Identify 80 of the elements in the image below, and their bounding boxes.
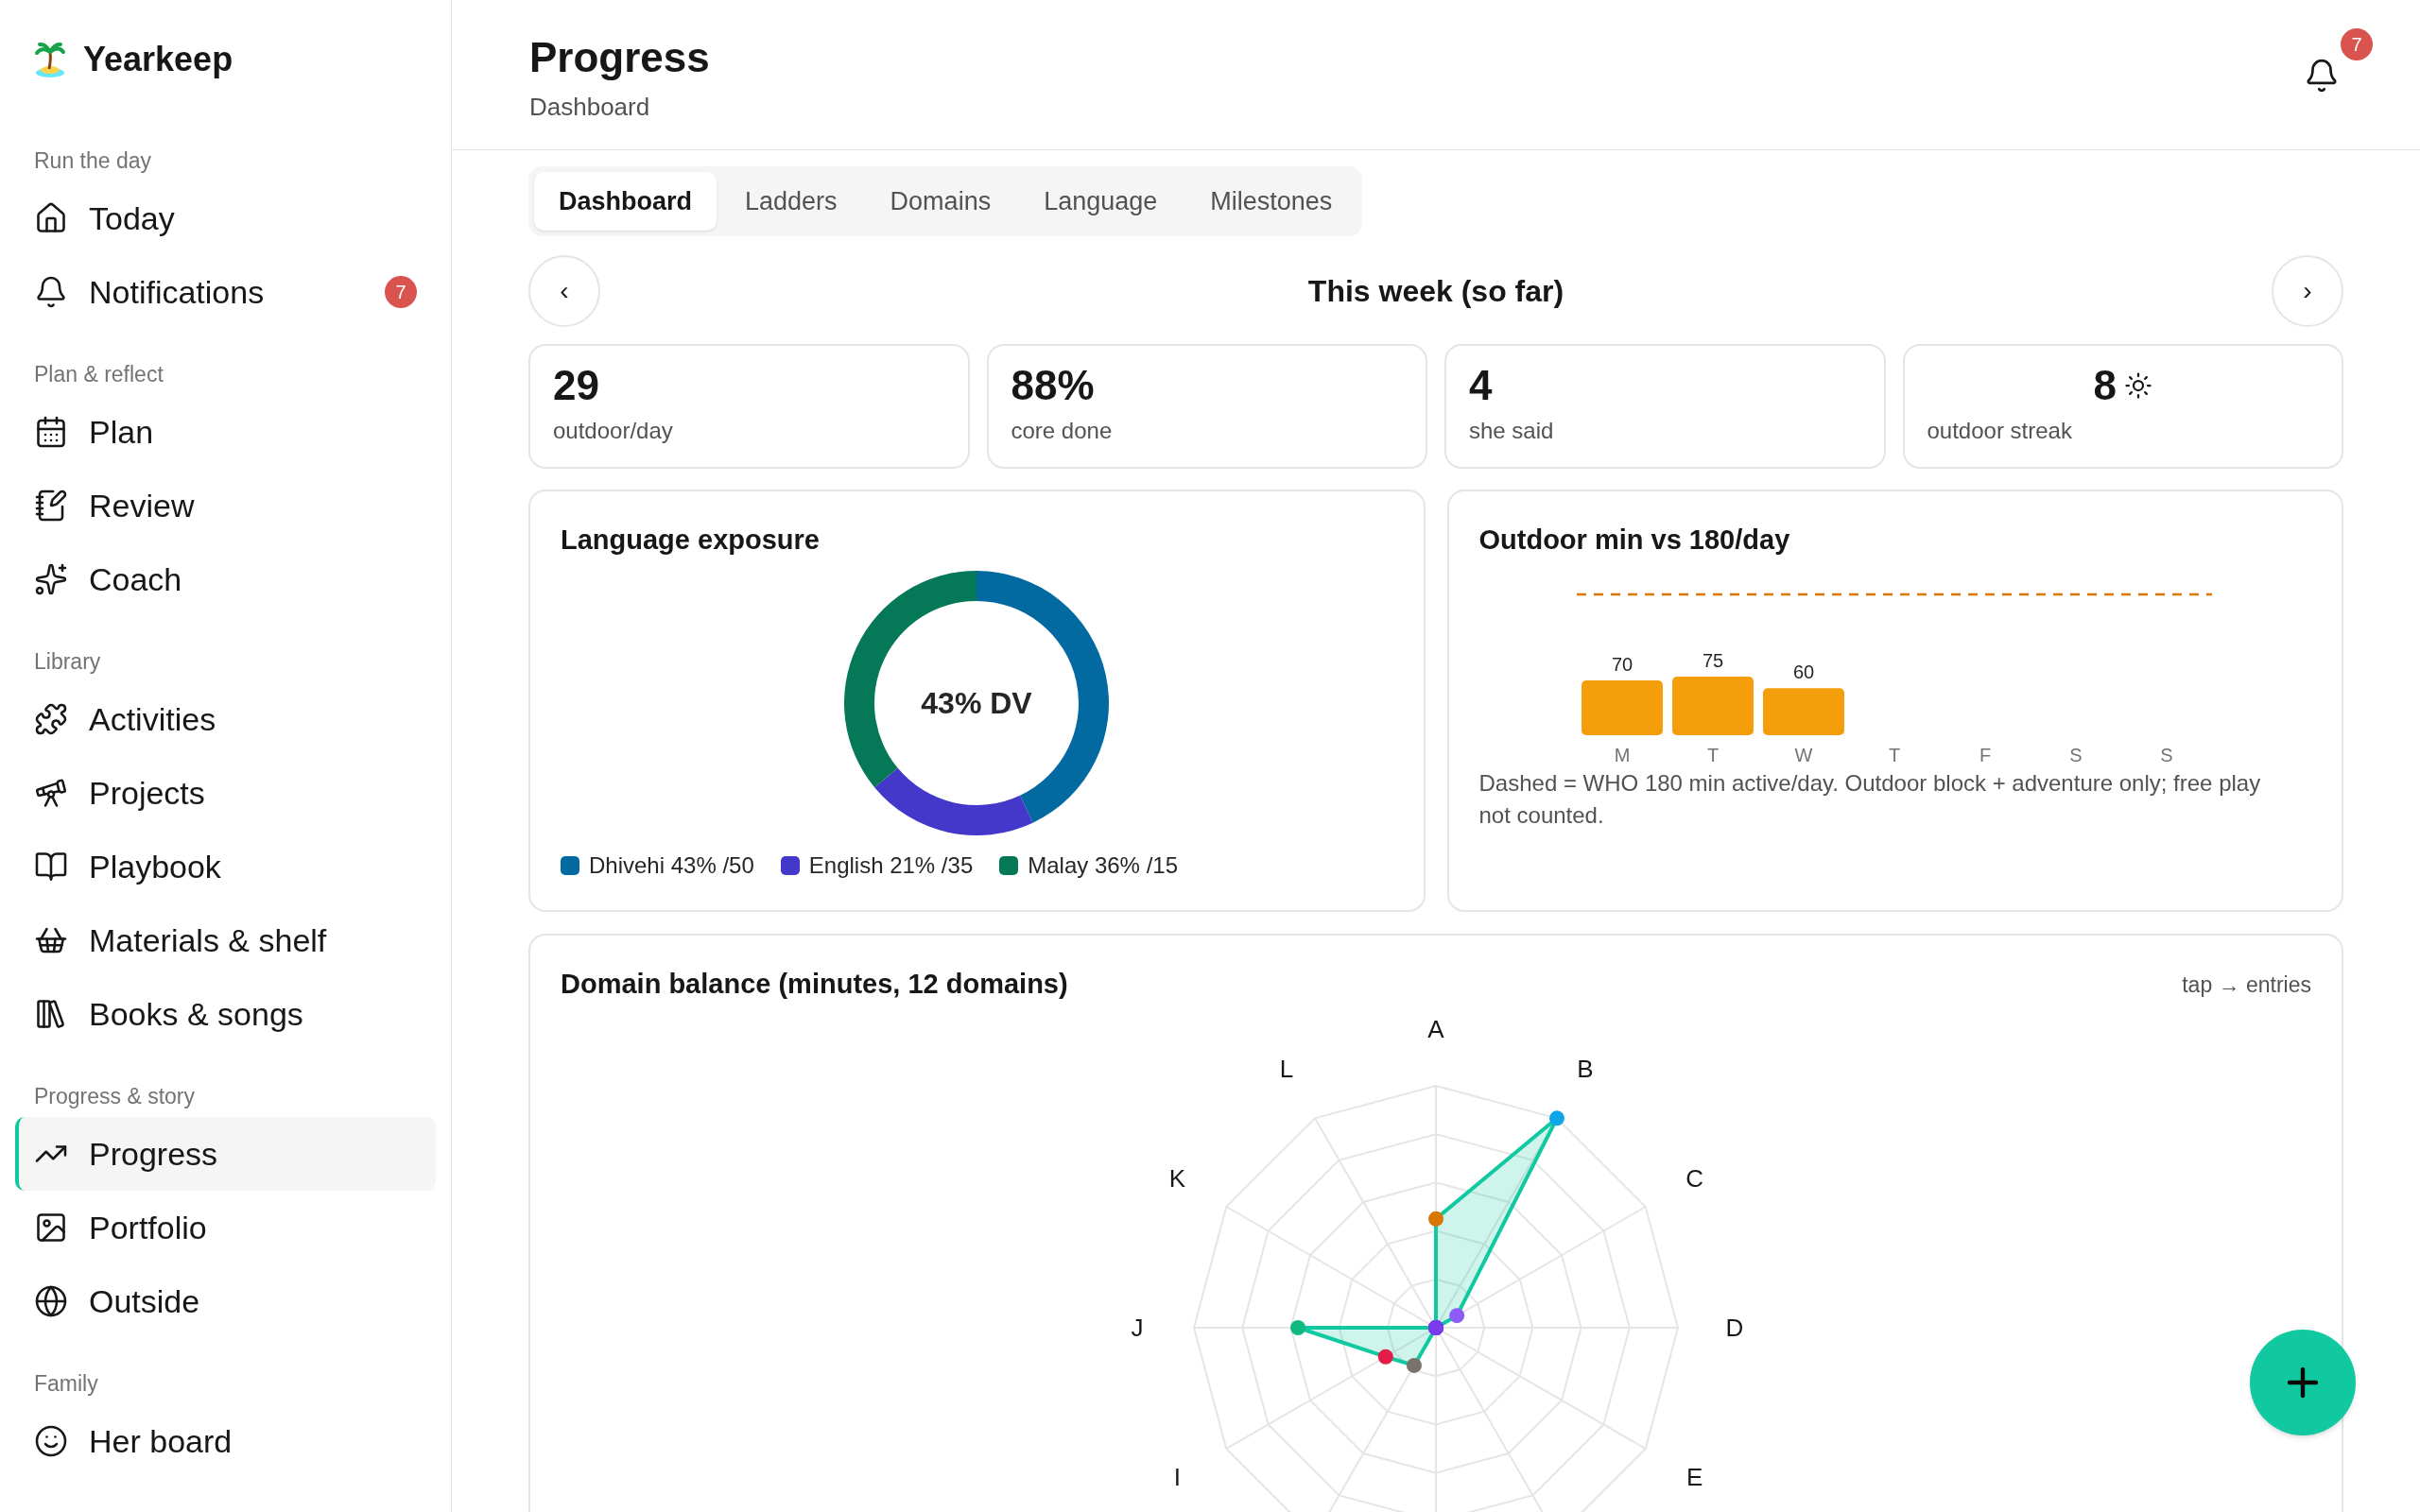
sun-icon — [2124, 371, 2152, 400]
axis-label: I — [1173, 1462, 1181, 1491]
stat-label: outdoor/day — [553, 417, 674, 445]
section-label: Library — [33, 647, 102, 676]
stat-value: 4 — [1469, 363, 1494, 408]
sidebar-item[interactable]: Outside — [15, 1264, 436, 1338]
app-name: Yearkeep — [83, 39, 233, 80]
sidebar-item[interactable]: Projects — [15, 756, 436, 830]
palm-island-icon — [34, 41, 66, 78]
sidebar-item[interactable]: Activities — [15, 682, 436, 756]
stat-label: she said — [1469, 417, 1555, 445]
sidebar-item[interactable]: Her board — [15, 1404, 436, 1478]
calendar-icon — [34, 415, 68, 449]
sidebar-item[interactable]: Today — [15, 181, 436, 255]
axis-label: A — [1427, 1014, 1444, 1043]
legend-label: English 21% /35 — [808, 850, 974, 880]
section-label: Plan & reflect — [33, 360, 164, 388]
puzzle-icon — [34, 702, 68, 736]
stat-value: 88% — [1011, 363, 1096, 408]
sidebar-item[interactable]: Coach — [15, 542, 436, 616]
donut-center-label: 43% DV — [921, 685, 1032, 720]
day-label: T — [1706, 744, 1719, 765]
sidebar-item[interactable]: Plan — [15, 395, 436, 469]
tab[interactable]: Domains — [865, 172, 1016, 231]
section-label: Family — [33, 1369, 99, 1398]
axis-label: D — [1725, 1313, 1744, 1342]
sidebar-item[interactable]: Materials & shelf — [15, 903, 436, 977]
stat-label: core done — [1011, 417, 1114, 445]
card-title: Language exposure — [561, 524, 821, 557]
stat-value: 29 — [553, 363, 600, 408]
chart-note: Dashed = WHO 180 min active/day. Outdoor block + adventure only; free play not counted. — [1478, 768, 2262, 830]
axis-label: J — [1131, 1313, 1144, 1342]
page-title: Progress — [529, 33, 710, 82]
axis-label: C — [1685, 1163, 1704, 1193]
sidebar-item[interactable]: Portfolio — [15, 1191, 436, 1264]
sidebar-item[interactable]: Books & songs — [15, 977, 436, 1051]
axis-label: K — [1168, 1163, 1185, 1193]
axis-label: L — [1279, 1054, 1294, 1083]
tab[interactable]: Language — [1019, 172, 1183, 231]
bar-value: 75 — [1702, 649, 1723, 671]
page-subtitle: Dashboard — [529, 92, 651, 123]
stat-value: 8 — [2093, 363, 2117, 408]
count-badge: 7 — [385, 276, 417, 308]
notebook-pen-icon — [34, 489, 68, 523]
day-label: M — [1614, 744, 1630, 765]
sidebar-item[interactable]: Playbook — [15, 830, 436, 903]
card-hint: tap → entries — [2182, 971, 2311, 999]
book-icon — [34, 850, 68, 884]
sparkles-icon — [34, 562, 68, 596]
card-title: Outdoor min vs 180/day — [1478, 524, 1791, 557]
day-label: W — [1794, 744, 1812, 765]
tab[interactable]: Milestones — [1185, 172, 1357, 231]
tab[interactable]: Dashboard — [534, 172, 717, 231]
stat-label: outdoor streak — [1927, 417, 2073, 445]
day-label: S — [2159, 744, 2173, 765]
globe-icon — [34, 1284, 68, 1318]
count-badge: 7 — [2341, 28, 2373, 60]
image-icon — [34, 1211, 68, 1245]
next-week-button[interactable]: › — [2272, 255, 2343, 327]
week-title: This week (so far) — [1307, 273, 1564, 310]
sidebar-item[interactable]: Review — [15, 469, 436, 542]
section-label: Run the day — [33, 146, 153, 175]
home-icon — [34, 201, 68, 235]
bar-value: 70 — [1611, 653, 1633, 675]
sidebar-item[interactable]: Progress — [15, 1117, 436, 1191]
day-label: F — [1979, 744, 1991, 765]
sidebar-item[interactable]: Notifications 7 — [15, 255, 436, 329]
day-label: S — [2068, 744, 2083, 765]
day-label: T — [1888, 744, 1900, 765]
legend-label: Dhivehi 43% /50 — [589, 850, 754, 880]
legend-label: Malay 36% /15 — [1028, 850, 1178, 880]
axis-label: B — [1577, 1054, 1594, 1083]
smiley-icon — [34, 1424, 68, 1458]
axis-label: E — [1686, 1462, 1703, 1491]
previous-week-button[interactable]: ‹ — [528, 255, 600, 327]
section-label: Progress & story — [33, 1082, 196, 1110]
bell-icon — [34, 275, 68, 309]
tab[interactable]: Ladders — [720, 172, 862, 231]
card-title: Domain balance (minutes, 12 domains) — [561, 968, 1068, 1001]
bar-value: 60 — [1792, 661, 1814, 682]
